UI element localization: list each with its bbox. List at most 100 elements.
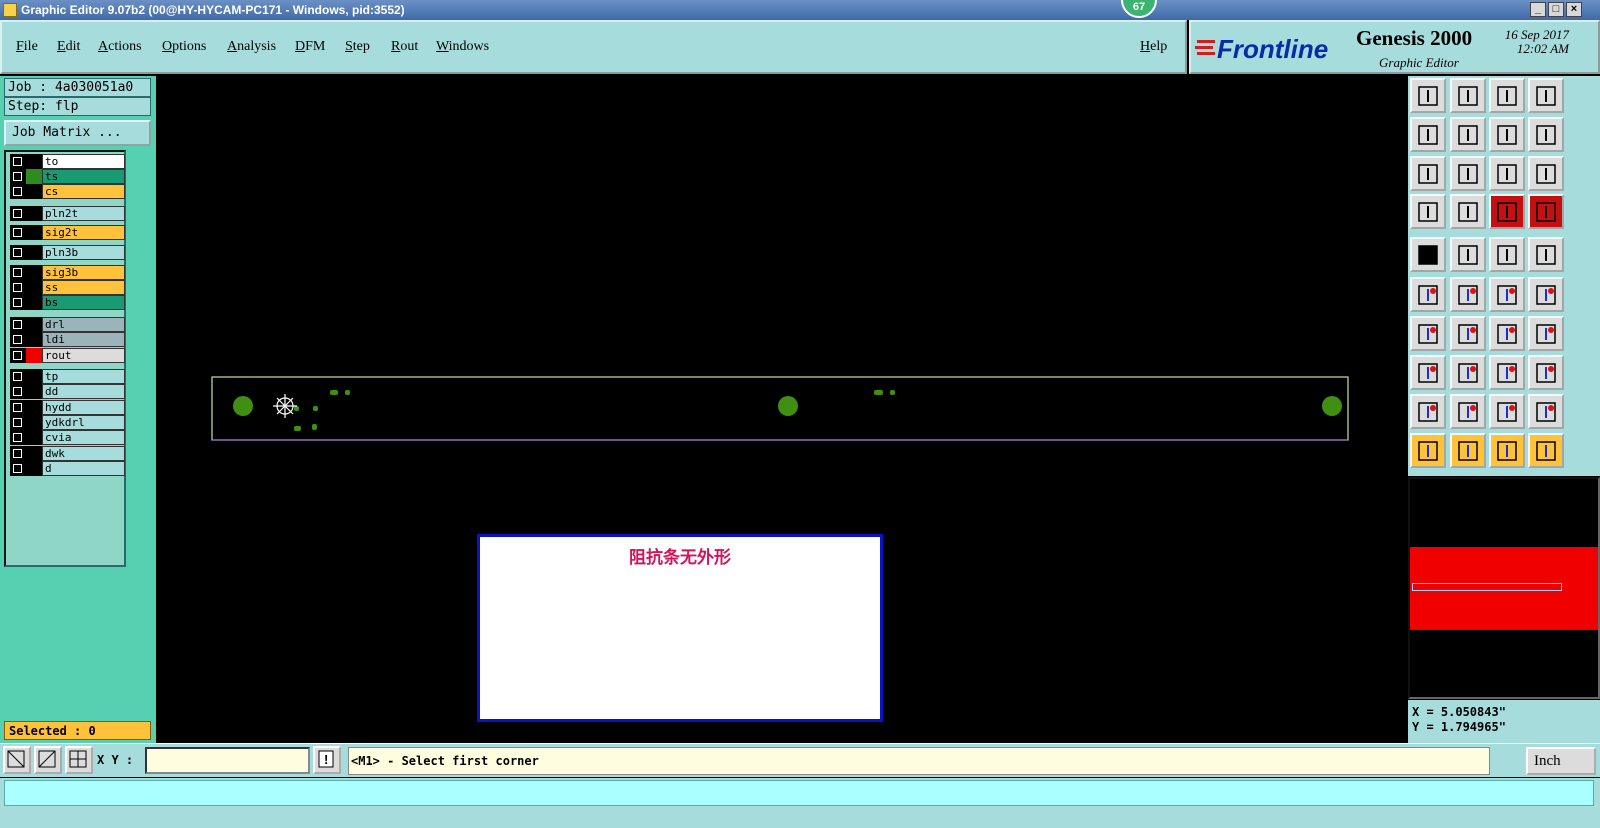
layer-row-dwk[interactable]: dwk bbox=[8, 446, 125, 461]
grid-snap-icon[interactable] bbox=[65, 746, 93, 774]
menu-options[interactable]: Options bbox=[162, 39, 206, 55]
layer-checkbox[interactable] bbox=[10, 265, 26, 280]
angle-a-icon[interactable] bbox=[1410, 316, 1446, 351]
layer-checkbox[interactable] bbox=[10, 206, 26, 221]
layer-row-sig3b[interactable]: sig3b bbox=[8, 265, 125, 280]
cross-icon[interactable] bbox=[1450, 277, 1486, 312]
zoom-center-icon[interactable] bbox=[1450, 156, 1486, 191]
tri-d-icon[interactable] bbox=[1528, 394, 1564, 429]
menu-actions[interactable]: Actions bbox=[98, 39, 142, 55]
ratio-icon[interactable] bbox=[1489, 156, 1525, 191]
layer-checkbox[interactable] bbox=[10, 225, 26, 240]
move-right-icon[interactable] bbox=[1450, 117, 1486, 152]
select-area-icon[interactable] bbox=[1450, 237, 1486, 272]
menu-help[interactable]: Help bbox=[1140, 39, 1167, 55]
menu-analysis[interactable]: Analysis bbox=[227, 39, 276, 55]
layer-row-ts[interactable]: ts bbox=[8, 169, 125, 184]
layer-checkbox[interactable] bbox=[10, 295, 26, 310]
layer-row-drl[interactable]: drl bbox=[8, 317, 125, 332]
layer-row-ss[interactable]: ss bbox=[8, 280, 125, 295]
layer-row-rout[interactable]: rout bbox=[8, 348, 125, 363]
angle-snap-icon[interactable] bbox=[34, 746, 62, 774]
maximize-button[interactable]: □ bbox=[1548, 2, 1564, 17]
layer-checkbox[interactable] bbox=[10, 184, 26, 199]
redraw-icon[interactable] bbox=[1528, 117, 1564, 152]
layer-row-dd[interactable]: dd bbox=[8, 384, 125, 399]
job-matrix-button[interactable]: Job Matrix ... bbox=[4, 120, 151, 146]
tri-c-icon[interactable] bbox=[1489, 394, 1525, 429]
undo-zoom-icon[interactable] bbox=[1489, 117, 1525, 152]
layer-b-icon[interactable] bbox=[1528, 194, 1564, 229]
unit-selector[interactable]: Inch bbox=[1526, 747, 1596, 775]
layer-row-hydd[interactable]: hydd bbox=[8, 400, 125, 415]
move-up-icon[interactable] bbox=[1410, 78, 1446, 113]
rotate-icon[interactable] bbox=[1489, 316, 1525, 351]
line-icon[interactable] bbox=[1450, 355, 1486, 390]
mirror-icon[interactable] bbox=[1528, 316, 1564, 351]
move-down-icon[interactable] bbox=[1450, 78, 1486, 113]
tri-b-icon[interactable] bbox=[1450, 394, 1486, 429]
xy-input[interactable] bbox=[145, 747, 310, 774]
layer-row-to[interactable]: to bbox=[8, 154, 125, 169]
grid-icon[interactable] bbox=[1450, 194, 1486, 229]
layer-row-cs[interactable]: cs bbox=[8, 184, 125, 199]
layer-checkbox[interactable] bbox=[10, 400, 26, 415]
layer-checkbox[interactable] bbox=[10, 430, 26, 445]
layer-checkbox[interactable] bbox=[10, 280, 26, 295]
snap-c-icon[interactable] bbox=[1410, 355, 1446, 390]
layer-checkbox[interactable] bbox=[10, 348, 26, 363]
pad-icon[interactable] bbox=[1410, 237, 1446, 272]
layer-a-icon[interactable] bbox=[1489, 194, 1525, 229]
pointer-d-icon[interactable] bbox=[1528, 433, 1564, 468]
pointer-icon[interactable] bbox=[1410, 433, 1446, 468]
layer-checkbox[interactable] bbox=[10, 369, 26, 384]
move-left-icon[interactable] bbox=[1410, 117, 1446, 152]
home-icon[interactable] bbox=[1489, 78, 1525, 113]
connect-icon[interactable] bbox=[1410, 277, 1446, 312]
wrench-icon[interactable] bbox=[1410, 194, 1446, 229]
overview-window[interactable] bbox=[1408, 477, 1600, 699]
feature-icon[interactable] bbox=[1528, 237, 1564, 272]
snap-a-icon[interactable] bbox=[1489, 277, 1525, 312]
ruler-icon[interactable] bbox=[1489, 237, 1525, 272]
layer-checkbox[interactable] bbox=[10, 169, 26, 184]
layer-checkbox[interactable] bbox=[10, 446, 26, 461]
layer-row-sig2t[interactable]: sig2t bbox=[8, 225, 125, 240]
layer-row-cvia[interactable]: cvia bbox=[8, 430, 125, 445]
layer-checkbox[interactable] bbox=[10, 384, 26, 399]
layer-row-tp[interactable]: tp bbox=[8, 369, 125, 384]
layer-checkbox[interactable] bbox=[10, 245, 26, 260]
minimize-button[interactable]: _ bbox=[1530, 2, 1546, 17]
layer-checkbox[interactable] bbox=[10, 461, 26, 476]
menu-edit[interactable]: Edit bbox=[57, 39, 80, 55]
command-line[interactable] bbox=[4, 780, 1594, 806]
layer-row-pln2t[interactable]: pln2t bbox=[8, 206, 125, 221]
window-icon[interactable] bbox=[1528, 78, 1564, 113]
layer-row-bs[interactable]: bs bbox=[8, 295, 125, 310]
zoom-fit-icon[interactable] bbox=[1410, 156, 1446, 191]
menu-dfm[interactable]: DFM bbox=[295, 39, 325, 55]
layer-row-ydkdrl[interactable]: ydkdrl bbox=[8, 415, 125, 430]
snap-icon[interactable] bbox=[3, 746, 31, 774]
snap-b-icon[interactable] bbox=[1528, 277, 1564, 312]
angle-b-icon[interactable] bbox=[1450, 316, 1486, 351]
close-button[interactable]: × bbox=[1566, 2, 1582, 17]
alert-icon[interactable]: ! bbox=[313, 746, 341, 774]
measure-icon[interactable] bbox=[1489, 355, 1525, 390]
pointer-c-icon[interactable] bbox=[1489, 433, 1525, 468]
layer-checkbox[interactable] bbox=[10, 332, 26, 347]
tri-a-icon[interactable] bbox=[1410, 394, 1446, 429]
help-icon[interactable] bbox=[1528, 156, 1564, 191]
menu-step[interactable]: Step bbox=[345, 39, 370, 55]
layer-checkbox[interactable] bbox=[10, 317, 26, 332]
layer-row-pln3b[interactable]: pln3b bbox=[8, 245, 125, 260]
menu-file[interactable]: File bbox=[16, 39, 38, 55]
layer-checkbox[interactable] bbox=[10, 154, 26, 169]
snap-d-icon[interactable] bbox=[1528, 355, 1564, 390]
pointer-b-icon[interactable] bbox=[1450, 433, 1486, 468]
layer-row-d[interactable]: d bbox=[8, 461, 125, 476]
menu-windows[interactable]: Windows bbox=[436, 39, 489, 55]
layer-checkbox[interactable] bbox=[10, 415, 26, 430]
menu-rout[interactable]: Rout bbox=[391, 39, 418, 55]
layer-row-ldi[interactable]: ldi bbox=[8, 332, 125, 347]
